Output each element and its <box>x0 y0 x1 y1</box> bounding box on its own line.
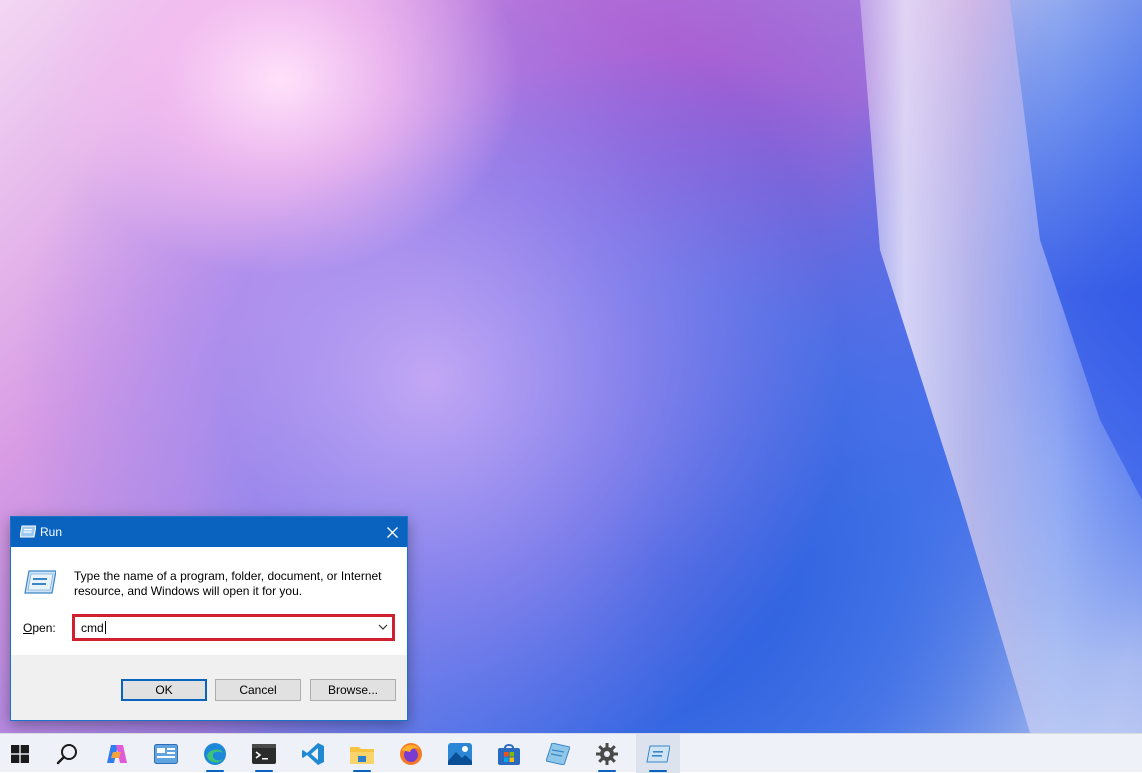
taskbar <box>0 733 1142 773</box>
open-input[interactable]: cmd <box>81 621 106 635</box>
taskbar-widgets[interactable] <box>146 734 186 773</box>
text-caret <box>104 621 106 634</box>
run-app-icon <box>24 570 56 594</box>
taskbar-store[interactable] <box>489 734 529 773</box>
taskbar-copilot[interactable] <box>97 734 137 773</box>
close-button[interactable] <box>377 517 407 547</box>
dialog-footer: OK Cancel Browse... <box>11 655 407 720</box>
vscode-icon <box>302 742 324 765</box>
microsoft-store-icon <box>498 743 520 765</box>
browse-button[interactable]: Browse... <box>310 679 396 701</box>
chevron-down-icon[interactable] <box>378 624 388 631</box>
ok-button[interactable]: OK <box>121 679 207 701</box>
widget-board-icon <box>154 743 178 764</box>
firefox-icon <box>400 742 422 765</box>
run-title-icon <box>20 525 36 538</box>
copilot-icon <box>107 744 127 763</box>
open-label-text: pen: <box>32 621 56 635</box>
open-label-accelerator: O <box>23 621 33 635</box>
taskbar-run[interactable] <box>636 734 680 773</box>
taskbar-search[interactable] <box>47 734 87 773</box>
dialog-title: Run <box>40 525 63 539</box>
cancel-button[interactable]: Cancel <box>215 679 301 701</box>
open-combobox[interactable]: cmd <box>72 614 395 641</box>
taskbar-settings[interactable] <box>587 734 627 773</box>
settings-icon <box>596 742 618 765</box>
file-explorer-icon <box>350 746 374 764</box>
title-bar[interactable]: Run <box>11 517 407 547</box>
notepad-icon <box>546 742 570 765</box>
run-icon <box>646 745 670 762</box>
dialog-description: Type the name of a program, folder, docu… <box>74 569 382 598</box>
taskbar-edge[interactable] <box>195 734 235 773</box>
run-dialog: Run Type the name of a program, folder, … <box>10 516 408 721</box>
terminal-icon <box>252 743 276 764</box>
dialog-body: Type the name of a program, folder, docu… <box>11 547 407 655</box>
taskbar-start-button[interactable] <box>0 734 40 773</box>
taskbar-notepad[interactable] <box>538 734 578 773</box>
taskbar-terminal[interactable] <box>244 734 284 773</box>
taskbar-photos[interactable] <box>440 734 480 773</box>
edge-icon <box>204 742 226 765</box>
windows-start-icon <box>11 744 29 763</box>
taskbar-firefox[interactable] <box>391 734 431 773</box>
open-input-value: cmd <box>81 621 104 635</box>
taskbar-vscode[interactable] <box>293 734 333 773</box>
taskbar-file-explorer[interactable] <box>342 734 382 773</box>
photos-icon <box>448 742 472 765</box>
open-label: Open: <box>23 621 56 635</box>
search-icon <box>56 743 77 764</box>
close-icon <box>386 526 398 538</box>
